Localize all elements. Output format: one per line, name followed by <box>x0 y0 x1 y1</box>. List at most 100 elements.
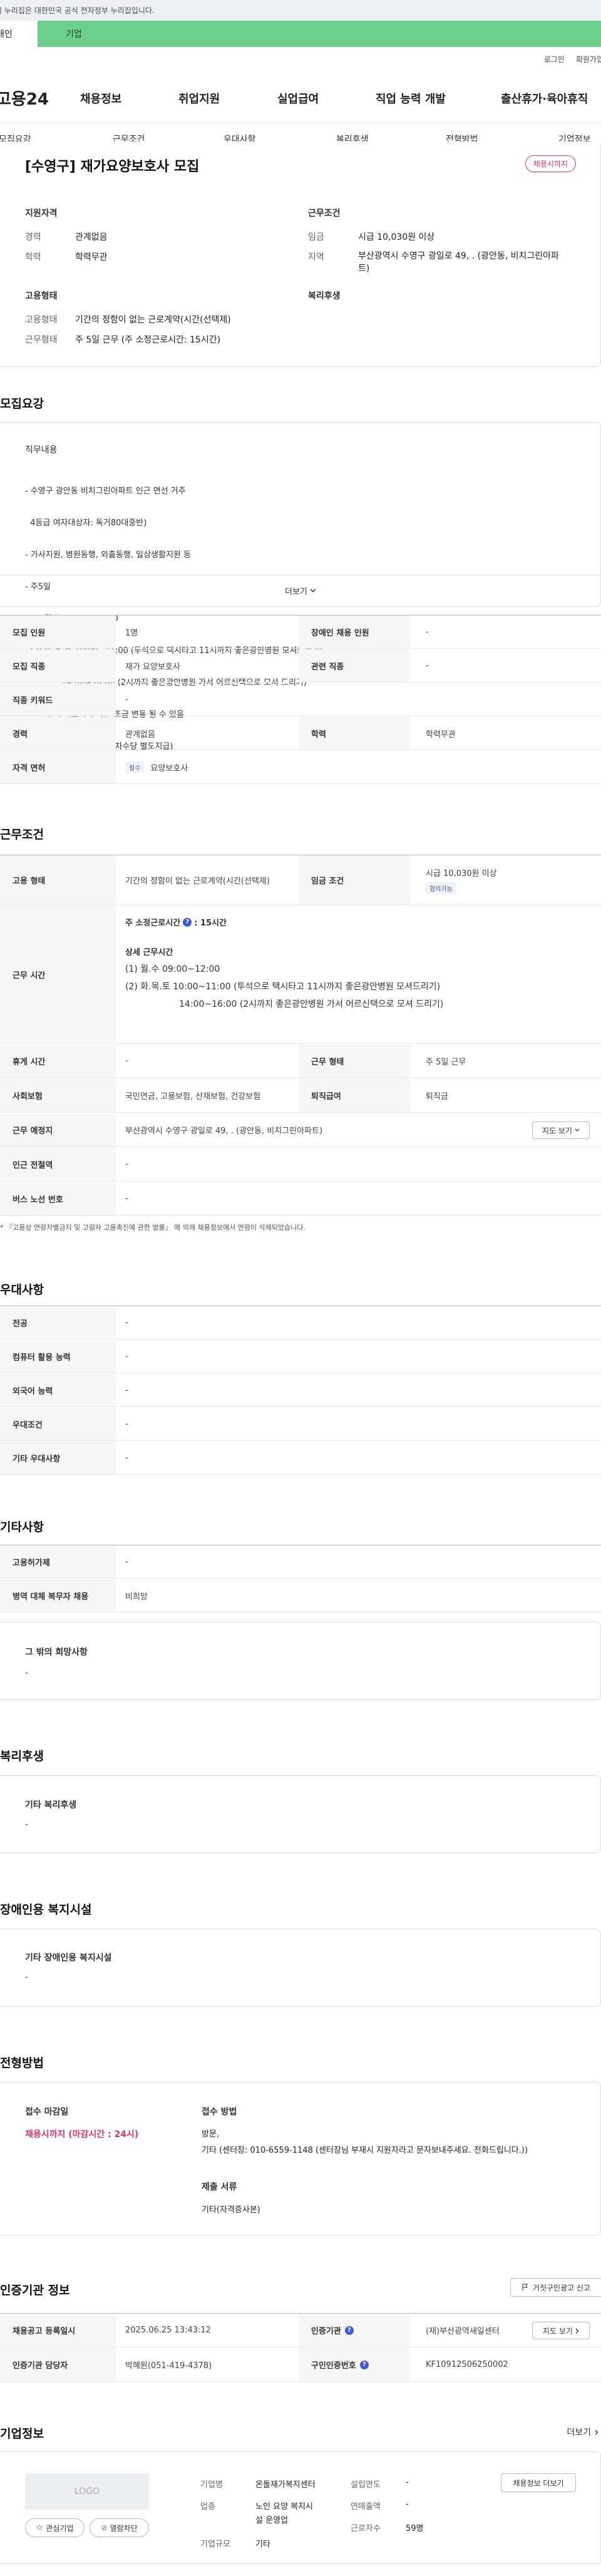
more-label: 더보기 <box>285 587 307 597</box>
agency-map-button[interactable]: 지도 보기 <box>532 2322 590 2339</box>
company-more-link[interactable]: 더보기 <box>567 2426 598 2438</box>
block-company-button[interactable]: ⊘ 열람차단 <box>90 2518 149 2537</box>
table-row: 버스 노선 번호 - <box>0 1182 601 1216</box>
disabled-box <box>0 1929 601 2007</box>
table-row: 인증기관 담당자 박혜원(051-419-4378) 구인인증번호 ? KF10… <box>0 2348 601 2382</box>
table-header: 구인인증번호 ? <box>299 2348 410 2381</box>
duty-line: - 수영구 광안동 비치그린아파트 인근 면선 거주 <box>25 487 186 496</box>
agency-heading: 인증기관 정보 <box>0 2284 70 2297</box>
table-row: 인근 전철역 - <box>0 1148 601 1182</box>
area-value-cont: 트) <box>358 264 370 274</box>
info-icon[interactable]: ? <box>344 2326 354 2335</box>
table-header: 자격 면허 <box>0 751 116 783</box>
company-name-value: 온돌재가복지센터 <box>255 2480 316 2490</box>
gnb-item-leave[interactable]: 출산휴가·육아휴직 <box>501 90 588 106</box>
login-link[interactable]: 로그인 <box>544 54 565 64</box>
conditions-section-heading: 근무조건 <box>0 828 44 842</box>
table-header: 관련 직종 <box>299 649 410 682</box>
table-cell: - <box>426 627 429 637</box>
table-cell: - <box>125 694 128 704</box>
table-cell: 퇴직금 <box>426 1092 448 1101</box>
employees-label: 근로자수 <box>351 2524 381 2533</box>
chevron-right-icon <box>595 2429 598 2434</box>
career-label: 경력 <box>25 232 41 242</box>
table-header: 컴퓨터 활용 능력 <box>0 1340 116 1373</box>
conditions-heading: 근무조건 <box>308 209 341 219</box>
report-button[interactable]: 거짓구인광고 신고 <box>510 2278 601 2297</box>
gnb-item-training[interactable]: 직업 능력 개발 <box>376 90 446 106</box>
table-row: 전공 - <box>0 1306 601 1339</box>
table-cell: 관계없음 <box>125 729 155 739</box>
welfare-summary-heading: 복리후생 <box>308 291 341 301</box>
founded-value: - <box>406 2478 409 2487</box>
hours-main-label: 주 소정근로시간 <box>125 919 181 928</box>
industry-value-cont: 설 운영업 <box>255 2516 288 2525</box>
table-cell: 박혜원(051-419-4378) <box>125 2361 212 2371</box>
more-button[interactable]: 더보기 <box>0 576 601 605</box>
inst-label: 인증기관 <box>311 2327 341 2336</box>
chevron-down-icon <box>575 1128 580 1132</box>
other-wish-value: - <box>25 1668 29 1678</box>
site-logo[interactable]: 고용24 <box>0 86 74 110</box>
area-label: 지역 <box>308 252 324 262</box>
info-icon[interactable]: ? <box>359 2360 369 2369</box>
gnb-item-support[interactable]: 취업지원 <box>178 90 220 106</box>
wage-cell: 시급 10,030원 이상 협의가능 <box>426 867 497 894</box>
table-cell: - <box>125 1160 128 1169</box>
duty-line: 4등급 여자대상자: 독거80대중반) <box>25 518 147 528</box>
docs-heading: 제출 서류 <box>202 2182 237 2192</box>
company-more-label: 더보기 <box>567 2428 591 2438</box>
signup-link[interactable]: 회원가입 <box>576 54 601 64</box>
wage-label: 임금 <box>308 232 324 242</box>
table-row: 모집 직종 재가 요양보호사 관련 직종 - <box>0 649 601 683</box>
process-heading: 전형방법 <box>0 2056 44 2070</box>
company-heading: 기업정보 <box>0 2427 44 2441</box>
tab-person[interactable]: 개인 <box>0 21 38 47</box>
table-row: 고용 형태 기간의 정함이 없는 근로계약(시간(선택제) 임금 조건 시급 1… <box>0 855 601 905</box>
disabled-sub-heading: 기타 장애인용 복지시설 <box>25 1953 112 1963</box>
table-header: 장애인 채용 인원 <box>299 616 410 648</box>
table-row: 병역 대체 복무자 채용 비희망 <box>0 1579 601 1612</box>
hours-main-value: : 15시간 <box>194 919 227 928</box>
tab-company[interactable]: 기업 <box>38 21 601 47</box>
detail-line: (2) 화.목.토 10:00~11:00 (투석으로 택시타고 11시까지 좋… <box>125 982 441 992</box>
table-row: 자격 면허 필수 요양보호사 <box>0 751 601 784</box>
info-icon[interactable]: ? <box>183 917 192 927</box>
table-cell: 기간의 정함이 없는 근로계약(시간(선택제) <box>125 877 270 886</box>
table-row: 기타 우대사항 - <box>0 1441 601 1475</box>
table-header: 기타 우대사항 <box>0 1441 116 1474</box>
table-row: 고용허가제 - <box>0 1545 601 1579</box>
table-cell: 필수 요양보호사 <box>125 751 188 783</box>
disabled-heading: 장애인용 복지시설 <box>0 1903 92 1917</box>
global-nav: 고용24 채용정보 취업지원 실업급여 직업 능력 개발 출산휴가·육아휴직 <box>0 86 601 110</box>
company-size-label: 기업규모 <box>200 2540 230 2549</box>
company-logo-placeholder: LOGO <box>25 2473 149 2510</box>
preference-heading: 우대사항 <box>0 1283 44 1297</box>
table-header: 근무 형태 <box>299 1044 410 1078</box>
table-cell: - <box>125 1385 128 1395</box>
top-tabs: 개인 기업 <box>0 21 601 47</box>
gnb-item-jobs[interactable]: 채용정보 <box>80 90 121 106</box>
license-value: 요양보호사 <box>150 763 188 773</box>
table-header: 모집 직종 <box>0 649 116 682</box>
report-button-label: 거짓구인광고 신고 <box>532 2283 591 2292</box>
tab-person-label: 개인 <box>0 29 13 39</box>
table-cell: 부산광역시 수영구 광일로 49, . (광안동, 비치그린아파트) <box>125 1126 323 1136</box>
tab-company-label: 기업 <box>66 29 82 39</box>
emptype-value: 기간의 정함이 없는 근로계약(시간(선택제) <box>75 315 231 325</box>
founded-label: 설립연도 <box>351 2480 381 2490</box>
agency-map-label: 지도 보기 <box>543 2326 573 2336</box>
favorite-company-button[interactable]: ☆ 관심기업 <box>25 2518 85 2537</box>
map-button[interactable]: 지도 보기 <box>532 1121 590 1139</box>
gnb-item-benefit[interactable]: 실업급여 <box>277 90 319 106</box>
flag-icon <box>522 2284 528 2290</box>
table-header: 채용공고 등록일시 <box>0 2314 116 2347</box>
table-cell: - <box>426 661 429 671</box>
age-notice: * 『고용상 연령차별금지 및 고령자 고용촉진에 관한 법률』 에 의해 채용… <box>0 1224 306 1232</box>
table-row: 사회보험 국민연금, 고용보험, 산재보험, 건강보험 퇴직급여 퇴직금 <box>0 1079 601 1113</box>
industry-label: 업종 <box>200 2502 215 2512</box>
deadline-value: 채용시까지 (마감시간 : 24시) <box>25 2130 139 2140</box>
company-jobs-button[interactable]: 채용정보 더보기 <box>501 2473 576 2492</box>
docs-value: 기타(자격증사본) <box>202 2205 260 2215</box>
required-tag: 필수 <box>125 761 145 773</box>
